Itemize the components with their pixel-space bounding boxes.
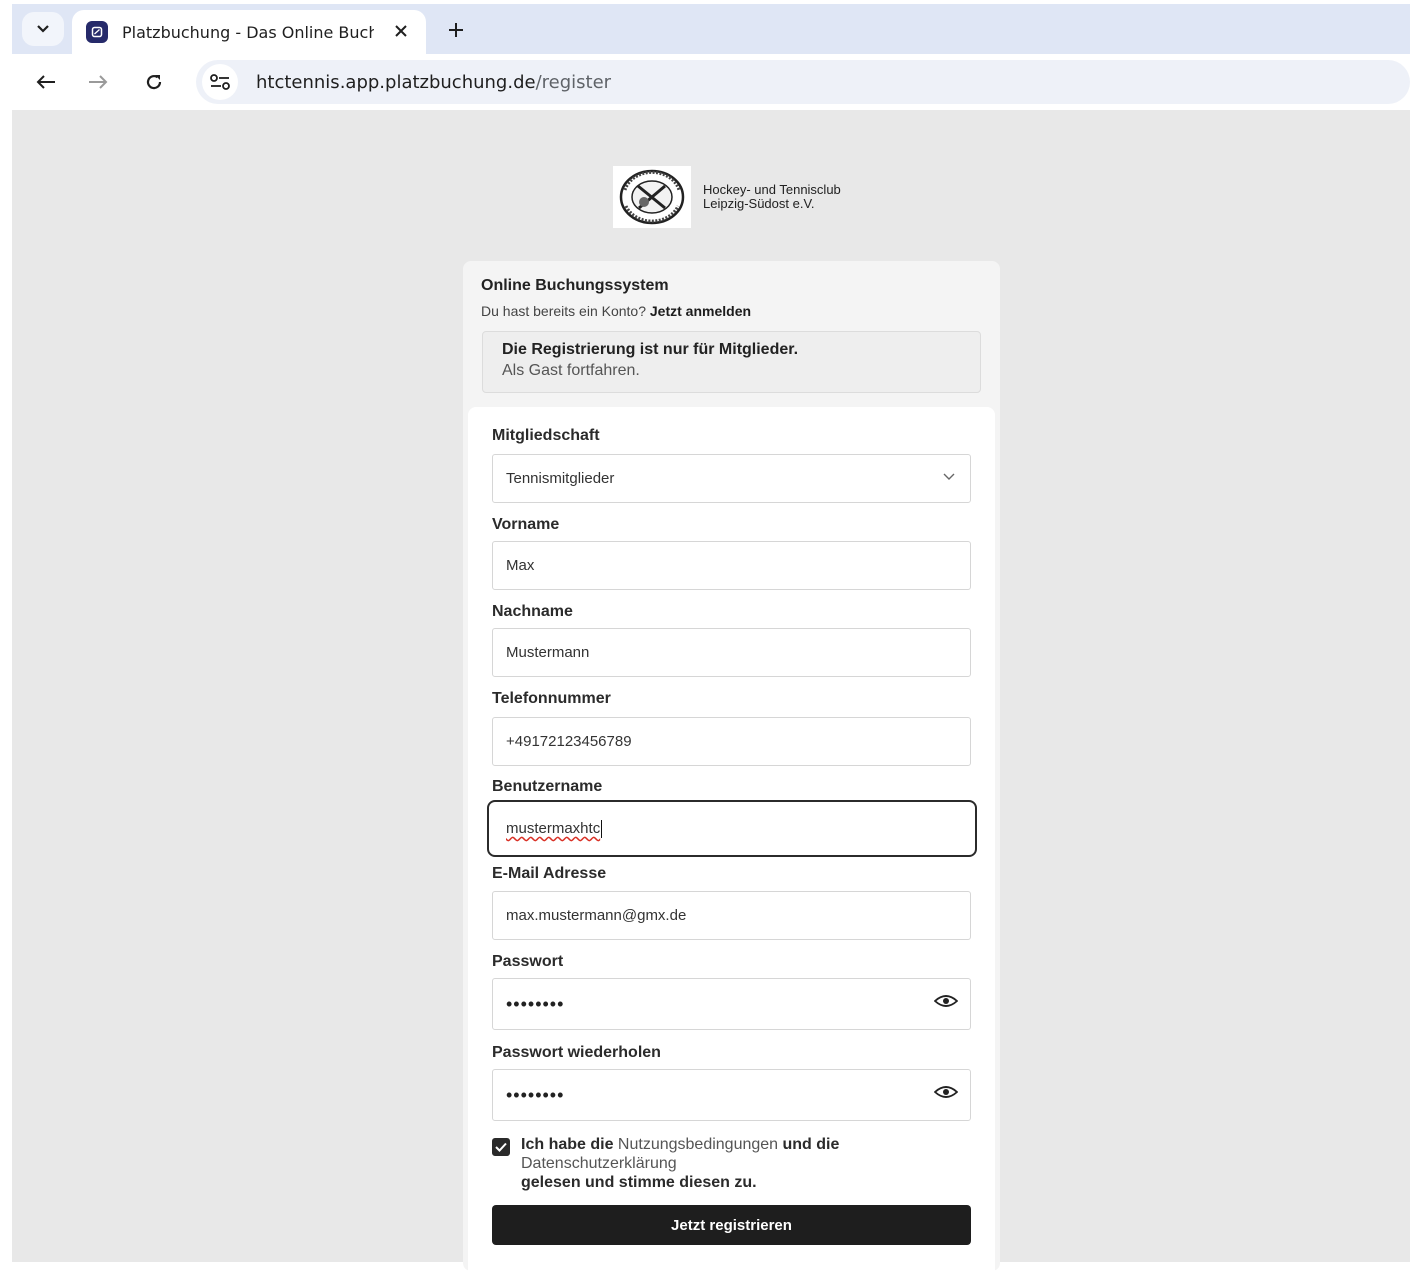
address-bar[interactable]: htctennis.app.platzbuchung.de/register <box>196 60 1410 104</box>
card-title: Online Buchungssystem <box>481 277 669 294</box>
username-input[interactable]: mustermaxhtc <box>487 800 977 857</box>
back-arrow-icon[interactable] <box>30 66 62 98</box>
phone-label: Telefonnummer <box>492 690 611 707</box>
registration-form: Mitgliedschaft Tennismitglieder Vorname … <box>468 407 995 1287</box>
terms-part1: Ich habe die <box>521 1136 618 1153</box>
close-tab-icon[interactable] <box>390 20 412 42</box>
terms-checkbox[interactable] <box>492 1138 510 1156</box>
eye-icon[interactable] <box>934 1084 958 1100</box>
club-logo <box>613 166 691 228</box>
browser-tab-active[interactable]: Platzbuchung - Das Online Buchungssystem <box>72 10 426 54</box>
email-value: max.mustermann@gmx.de <box>506 907 687 924</box>
browser-toolbar: htctennis.app.platzbuchung.de/register <box>12 54 1410 110</box>
login-prompt-text: Du hast bereits ein Konto? <box>481 303 646 319</box>
password-value: •••••••• <box>506 993 565 1014</box>
password-label: Passwort <box>492 953 564 970</box>
firstname-label: Vorname <box>492 516 560 533</box>
privacy-policy-link[interactable]: Datenschutzerklärung <box>521 1155 677 1172</box>
members-only-notice: Die Registrierung ist nur für Mitglieder… <box>482 331 981 393</box>
firstname-input[interactable]: Max <box>492 541 971 590</box>
password-repeat-label: Passwort wiederholen <box>492 1044 661 1061</box>
tab-title: Platzbuchung - Das Online Buchungssystem <box>122 22 374 42</box>
eye-icon[interactable] <box>934 993 958 1009</box>
tab-search-button[interactable] <box>22 12 64 46</box>
password-repeat-value: •••••••• <box>506 1084 565 1105</box>
chevron-down-icon <box>37 25 49 33</box>
email-input[interactable]: max.mustermann@gmx.de <box>492 891 971 940</box>
club-name: Hockey- und Tennisclub Leipzig-Südost e.… <box>703 182 841 211</box>
new-tab-plus-icon[interactable] <box>442 16 470 44</box>
login-prompt: Du hast bereits ein Konto? Jetzt anmelde… <box>481 303 751 319</box>
registration-card: Online Buchungssystem Du hast bereits ei… <box>463 261 1000 1287</box>
reload-icon[interactable] <box>138 66 170 98</box>
url-text: htctennis.app.platzbuchung.de/register <box>256 72 611 93</box>
password-repeat-input[interactable]: •••••••• <box>492 1069 971 1121</box>
forward-arrow-icon[interactable] <box>82 66 114 98</box>
email-label: E-Mail Adresse <box>492 865 607 882</box>
checkmark-icon <box>495 1142 507 1152</box>
notice-text: Die Registrierung ist nur für Mitglieder… <box>502 341 799 358</box>
phone-value: +49172123456789 <box>506 733 632 750</box>
login-link[interactable]: Jetzt anmelden <box>650 303 751 319</box>
membership-label: Mitgliedschaft <box>492 427 600 444</box>
lastname-label: Nachname <box>492 603 573 620</box>
terms-text: Ich habe die Nutzungsbedingungen und die… <box>521 1135 839 1192</box>
url-host: htctennis.app.platzbuchung.de <box>256 71 536 93</box>
url-path: /register <box>535 71 612 93</box>
lastname-value: Mustermann <box>506 644 590 661</box>
chevron-down-icon <box>943 473 955 480</box>
guest-link[interactable]: Als Gast fortfahren. <box>502 362 961 380</box>
site-favicon-icon <box>86 21 108 43</box>
firstname-value: Max <box>506 557 535 574</box>
lastname-input[interactable]: Mustermann <box>492 628 971 677</box>
membership-value: Tennismitglieder <box>506 470 615 487</box>
phone-input[interactable]: +49172123456789 <box>492 717 971 766</box>
terms-part2: und die <box>778 1136 840 1153</box>
browser-tab-bar: Platzbuchung - Das Online Buchungssystem <box>12 4 1410 54</box>
password-input[interactable]: •••••••• <box>492 978 971 1030</box>
site-info-tune-icon[interactable] <box>202 64 238 100</box>
terms-part3: gelesen und stimme diesen zu. <box>521 1174 757 1191</box>
username-value: mustermaxhtc <box>506 820 601 837</box>
register-button[interactable]: Jetzt registrieren <box>492 1205 971 1245</box>
username-label: Benutzername <box>492 778 603 795</box>
page-content: Hockey- und Tennisclub Leipzig-Südost e.… <box>12 110 1410 1287</box>
membership-select[interactable]: Tennismitglieder <box>492 454 971 503</box>
terms-consent: Ich habe die Nutzungsbedingungen und die… <box>492 1135 962 1192</box>
club-header: Hockey- und Tennisclub Leipzig-Südost e.… <box>613 166 853 228</box>
text-caret <box>601 819 603 838</box>
terms-of-use-link[interactable]: Nutzungsbedingungen <box>618 1136 778 1153</box>
